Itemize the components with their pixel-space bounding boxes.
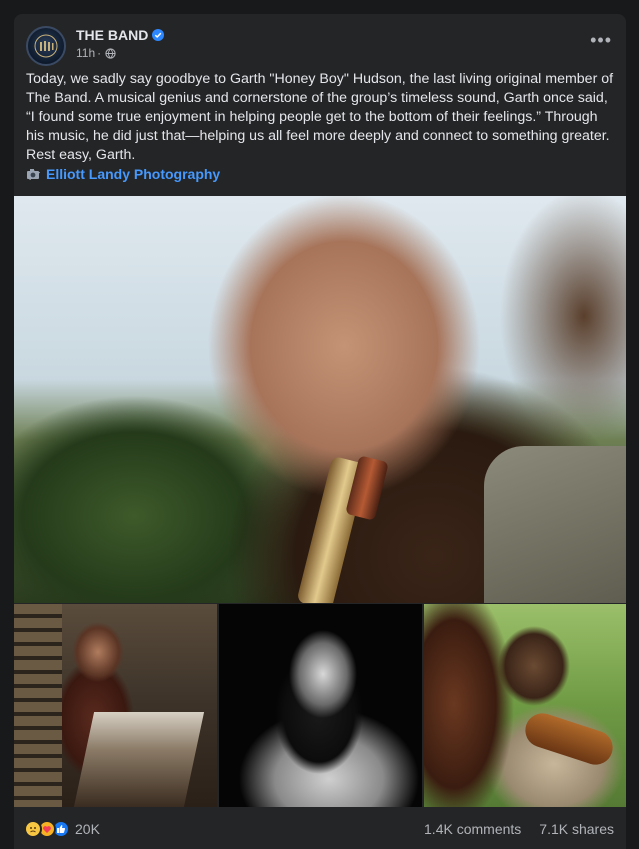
page-avatar[interactable]: [26, 26, 66, 66]
violin-shape: [520, 708, 618, 770]
organ-shape: [73, 712, 205, 807]
photo-organ[interactable]: [14, 604, 217, 807]
photo-credit-link[interactable]: Elliott Landy Photography: [26, 166, 220, 182]
post-meta: THE BAND 11h ·: [76, 26, 165, 66]
post-text: Today, we sadly say goodbye to Garth "Ho…: [26, 71, 614, 163]
post-card: THE BAND 11h · ••• Today, we sadly say g…: [14, 14, 626, 849]
main-photo[interactable]: [14, 196, 626, 603]
page-name-link[interactable]: THE BAND: [76, 27, 148, 43]
globe-icon[interactable]: [105, 47, 116, 59]
shelf-shape: [14, 604, 62, 807]
more-options-button[interactable]: •••: [590, 30, 612, 51]
band-logo-icon: [34, 34, 58, 58]
camera-icon: [26, 168, 40, 180]
post-footer: 20K 1.4K comments 7.1K shares: [14, 809, 626, 849]
shirt-shape: [484, 446, 626, 603]
sad-icon: [24, 820, 42, 838]
post-header: THE BAND 11h ·: [26, 26, 165, 66]
verified-badge-icon: [152, 29, 165, 41]
photo-credit-text: Elliott Landy Photography: [46, 166, 221, 182]
photo-violin[interactable]: [424, 604, 626, 807]
photo-portrait-bw[interactable]: [219, 604, 422, 807]
reactions-summary[interactable]: 20K: [24, 820, 100, 838]
post-timestamp[interactable]: 11h: [76, 46, 95, 60]
